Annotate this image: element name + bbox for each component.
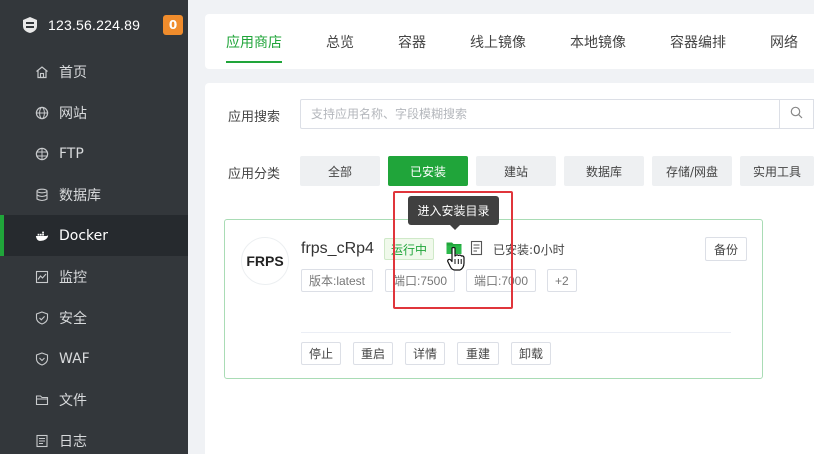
sidebar-item-label: WAF: [59, 350, 90, 367]
sidebar-item-label: FTP: [59, 145, 84, 162]
monitor-icon: [35, 270, 49, 284]
sidebar-menu: 首页 网站 FTP 数据库 Docker 监控 安全 WAF 文件 日志: [0, 51, 188, 454]
search-button[interactable]: [779, 99, 814, 129]
uninstall-button[interactable]: 卸载: [511, 342, 551, 365]
more-tags[interactable]: +2: [547, 269, 577, 292]
search-icon: [790, 106, 803, 123]
sidebar-item-label: 网站: [59, 105, 87, 122]
card-divider: [301, 332, 731, 333]
sidebar-item-logs[interactable]: 日志: [0, 420, 188, 454]
server-ip: 123.56.224.89: [48, 17, 141, 33]
ftp-icon: [35, 147, 49, 161]
home-icon: [35, 65, 49, 79]
globe-icon: [35, 106, 49, 120]
tab-compose[interactable]: 容器编排: [670, 14, 726, 69]
app-name: frps_cRp4: [301, 240, 374, 257]
category-label: 应用分类: [228, 167, 281, 182]
sidebar-item-security[interactable]: 安全: [0, 297, 188, 338]
sidebar-item-label: 数据库: [59, 187, 101, 204]
tab-local-images[interactable]: 本地镜像: [570, 14, 626, 69]
category-installed[interactable]: 已安装: [388, 156, 468, 186]
version-tag: 版本:latest: [301, 269, 374, 292]
tab-app-store[interactable]: 应用商店: [226, 14, 282, 69]
sidebar-item-docker[interactable]: Docker: [0, 215, 188, 256]
sidebar-item-database[interactable]: 数据库: [0, 174, 188, 215]
notification-badge[interactable]: 0: [163, 15, 183, 35]
category-database[interactable]: 数据库: [564, 156, 644, 186]
sidebar-item-label: 安全: [59, 310, 87, 327]
server-logo-icon: [20, 15, 40, 35]
search-label: 应用搜索: [228, 110, 281, 125]
backup-button[interactable]: 备份: [705, 237, 748, 261]
database-icon: [35, 188, 49, 202]
sidebar-item-label: 日志: [59, 433, 87, 450]
log-icon: [35, 434, 49, 448]
sidebar-item-waf[interactable]: WAF: [0, 338, 188, 379]
hand-cursor-icon: [446, 246, 466, 272]
sidebar-item-label: Docker: [59, 227, 109, 244]
rebuild-button[interactable]: 重建: [457, 342, 499, 365]
stop-button[interactable]: 停止: [301, 342, 341, 365]
tab-online-images[interactable]: 线上镜像: [470, 14, 526, 69]
sidebar-item-label: 文件: [59, 392, 87, 409]
sidebar-item-files[interactable]: 文件: [0, 379, 188, 420]
shield-icon: [35, 310, 49, 325]
category-website[interactable]: 建站: [476, 156, 556, 186]
category-storage[interactable]: 存储/网盘: [652, 156, 732, 186]
tab-network[interactable]: 网络: [770, 14, 798, 69]
sidebar-item-home[interactable]: 首页: [0, 51, 188, 92]
sidebar-item-website[interactable]: 网站: [0, 92, 188, 133]
docker-icon: [35, 229, 49, 243]
sidebar-item-label: 监控: [59, 269, 87, 286]
category-tools[interactable]: 实用工具: [740, 156, 814, 186]
details-button[interactable]: 详情: [405, 342, 445, 365]
sidebar-item-label: 首页: [59, 64, 87, 81]
category-all[interactable]: 全部: [300, 156, 380, 186]
tab-containers[interactable]: 容器: [398, 14, 426, 69]
folder-icon: [35, 393, 49, 407]
server-header: 123.56.224.89 0: [0, 0, 188, 50]
sidebar-item-ftp[interactable]: FTP: [0, 133, 188, 174]
restart-button[interactable]: 重启: [353, 342, 393, 365]
sidebar-item-monitor[interactable]: 监控: [0, 256, 188, 297]
waf-icon: [35, 351, 49, 366]
sidebar: 123.56.224.89 0 首页 网站 FTP 数据库 Docker 监控: [0, 0, 188, 454]
app-search-input[interactable]: [300, 99, 780, 129]
tab-overview[interactable]: 总览: [326, 14, 354, 69]
docker-tab-bar: 应用商店 总览 容器 线上镜像 本地镜像 容器编排 网络: [205, 14, 814, 69]
app-logo: FRPS: [241, 237, 289, 285]
